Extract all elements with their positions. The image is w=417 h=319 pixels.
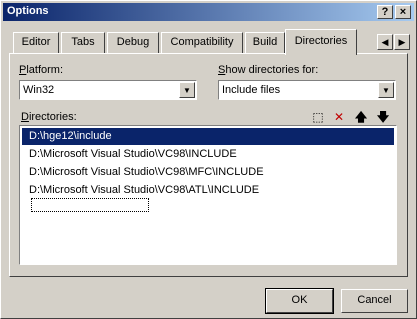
chevron-down-icon[interactable]: ▼ bbox=[378, 82, 394, 98]
tab-scroll-right-button[interactable]: ▶ bbox=[394, 34, 410, 50]
tab-debug[interactable]: Debug bbox=[107, 32, 159, 53]
options-dialog: Options ? × Editor Tabs Debug Compatibil… bbox=[0, 0, 417, 319]
tab-compatibility[interactable]: Compatibility bbox=[161, 32, 243, 53]
list-item[interactable]: D:\Microsoft Visual Studio\VC98\ATL\INCL… bbox=[22, 182, 259, 199]
arrow-left-icon: ◀ bbox=[381, 37, 389, 47]
cancel-button[interactable]: Cancel bbox=[341, 289, 408, 313]
platform-label: Platform: bbox=[19, 64, 63, 76]
window-title: Options bbox=[7, 5, 49, 17]
chevron-down-icon[interactable]: ▼ bbox=[179, 82, 195, 98]
tab-scroll-left-button[interactable]: ◀ bbox=[377, 34, 393, 50]
close-button[interactable]: × bbox=[395, 5, 411, 19]
tab-tabs[interactable]: Tabs bbox=[61, 32, 105, 53]
list-item[interactable]: D:\Microsoft Visual Studio\VC98\MFC\INCL… bbox=[22, 164, 264, 181]
show-directories-label: Show directories for: bbox=[218, 64, 318, 76]
new-folder-icon[interactable]: ⬚ bbox=[310, 109, 326, 125]
tab-directories[interactable]: Directories bbox=[285, 29, 357, 55]
show-directories-select[interactable]: Include files ▼ bbox=[218, 80, 396, 100]
show-directories-label-text: how directories for: bbox=[225, 64, 319, 76]
directories-label: Directories: bbox=[21, 111, 77, 123]
ok-button[interactable]: OK bbox=[265, 288, 334, 314]
platform-value: Win32 bbox=[23, 84, 55, 96]
arrow-right-icon: ▶ bbox=[398, 37, 406, 47]
tab-editor[interactable]: Editor bbox=[13, 32, 59, 53]
help-button[interactable]: ? bbox=[377, 5, 393, 19]
list-item[interactable]: D:\Microsoft Visual Studio\VC98\INCLUDE bbox=[22, 146, 237, 163]
move-down-icon[interactable]: 🡇 bbox=[375, 109, 391, 125]
directories-list[interactable]: D:\hge12\include D:\Microsoft Visual Stu… bbox=[19, 125, 397, 265]
delete-icon[interactable]: ✕ bbox=[331, 109, 347, 125]
directories-label-text: irectories: bbox=[28, 111, 77, 123]
directories-label-mnemonic: D bbox=[21, 111, 29, 123]
show-directories-value: Include files bbox=[222, 84, 281, 96]
list-item[interactable]: D:\hge12\include bbox=[22, 128, 394, 145]
move-up-icon[interactable]: 🡅 bbox=[353, 109, 369, 125]
title-bar[interactable]: Options ? × bbox=[3, 3, 414, 21]
platform-select[interactable]: Win32 ▼ bbox=[19, 80, 197, 100]
platform-label-text: latform: bbox=[26, 64, 64, 76]
tab-build[interactable]: Build bbox=[245, 32, 285, 53]
new-entry-placeholder[interactable] bbox=[31, 198, 149, 212]
